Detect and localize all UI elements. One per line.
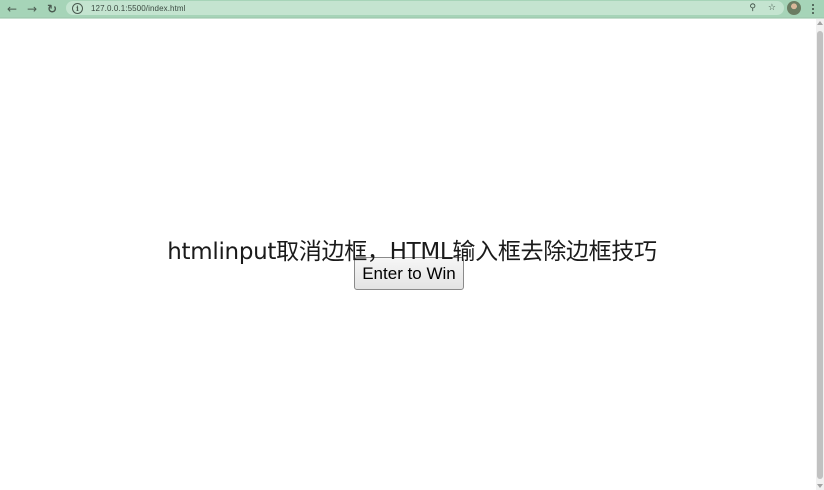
scroll-thumb[interactable] (817, 31, 823, 479)
address-bar[interactable]: i 127.0.0.1:5500/index.html ⚲ ☆ (66, 1, 784, 15)
browser-toolbar: ← → ↻ i 127.0.0.1:5500/index.html ⚲ ☆ (0, 0, 824, 17)
reload-icon[interactable]: ↻ (44, 1, 60, 16)
enter-to-win-button[interactable]: Enter to Win (354, 257, 464, 290)
forward-arrow-icon[interactable]: → (24, 1, 40, 16)
back-arrow-icon[interactable]: ← (4, 1, 20, 16)
zoom-icon[interactable]: ⚲ (749, 3, 756, 13)
page-viewport (0, 19, 816, 490)
profile-avatar[interactable] (787, 1, 801, 15)
bookmark-star-icon[interactable]: ☆ (768, 3, 776, 13)
url-text[interactable]: 127.0.0.1:5500/index.html (91, 4, 186, 13)
scroll-down-arrow-icon[interactable] (817, 484, 823, 488)
site-info-icon[interactable]: i (72, 2, 83, 14)
vertical-scrollbar[interactable] (816, 19, 824, 490)
more-menu-icon[interactable] (808, 2, 818, 15)
scroll-up-arrow-icon[interactable] (817, 21, 823, 25)
